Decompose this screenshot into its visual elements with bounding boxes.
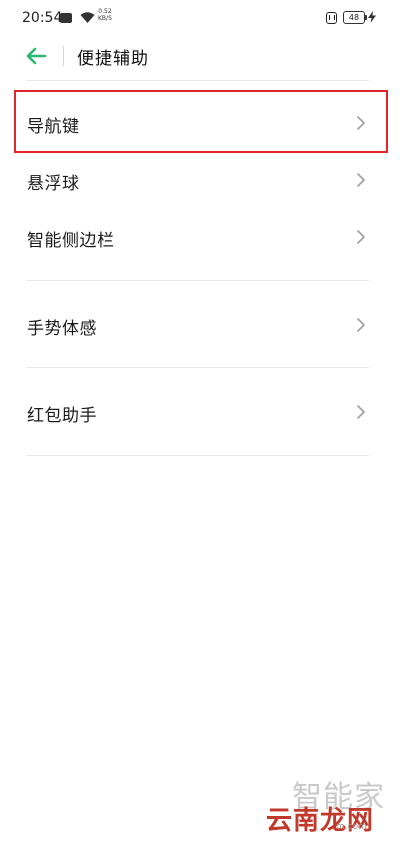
list-item-gesture-motion[interactable]: 手势体感 xyxy=(0,297,400,353)
chevron-right-icon xyxy=(357,318,365,332)
list-item-navigation-keys[interactable]: 导航键 xyxy=(0,95,400,151)
status-time: 20:54 xyxy=(22,10,63,26)
list-item-label: 手势体感 xyxy=(27,319,97,339)
list-item-label: 红包助手 xyxy=(27,406,97,426)
charging-bolt-icon xyxy=(368,11,376,23)
network-speed-unit: KB/S xyxy=(98,15,112,22)
chevron-right-icon xyxy=(357,116,365,130)
page-title: 便捷辅助 xyxy=(77,49,149,69)
list-item-label: 智能侧边栏 xyxy=(27,231,115,251)
network-speed: 0.52 KB/S xyxy=(98,8,112,22)
list-item-label: 导航键 xyxy=(27,117,80,137)
section-divider xyxy=(27,280,369,281)
section-divider xyxy=(27,367,369,368)
chevron-right-icon xyxy=(357,405,365,419)
app-header: 便捷辅助 xyxy=(0,36,400,76)
nfc-icon xyxy=(326,12,337,24)
section-divider xyxy=(27,80,369,81)
section-divider xyxy=(27,455,369,456)
header-divider xyxy=(63,46,64,66)
chevron-right-icon xyxy=(357,230,365,244)
chevron-right-icon xyxy=(357,173,365,187)
battery-icon: 48 xyxy=(343,11,367,24)
list-item-smart-sidebar[interactable]: 智能侧边栏 xyxy=(0,209,400,265)
photo-icon xyxy=(60,13,72,23)
list-item-floating-ball[interactable]: 悬浮球 xyxy=(0,152,400,208)
list-item-label: 悬浮球 xyxy=(27,174,80,194)
wifi-icon xyxy=(80,12,95,23)
network-speed-value: 0.52 xyxy=(98,8,112,15)
arrow-left-icon[interactable] xyxy=(24,45,48,67)
status-bar: 20:54 0.52 KB/S 48 xyxy=(0,0,400,36)
watermark-sub-text: m.com xyxy=(336,822,367,832)
list-item-red-packet-assistant[interactable]: 红包助手 xyxy=(0,384,400,440)
